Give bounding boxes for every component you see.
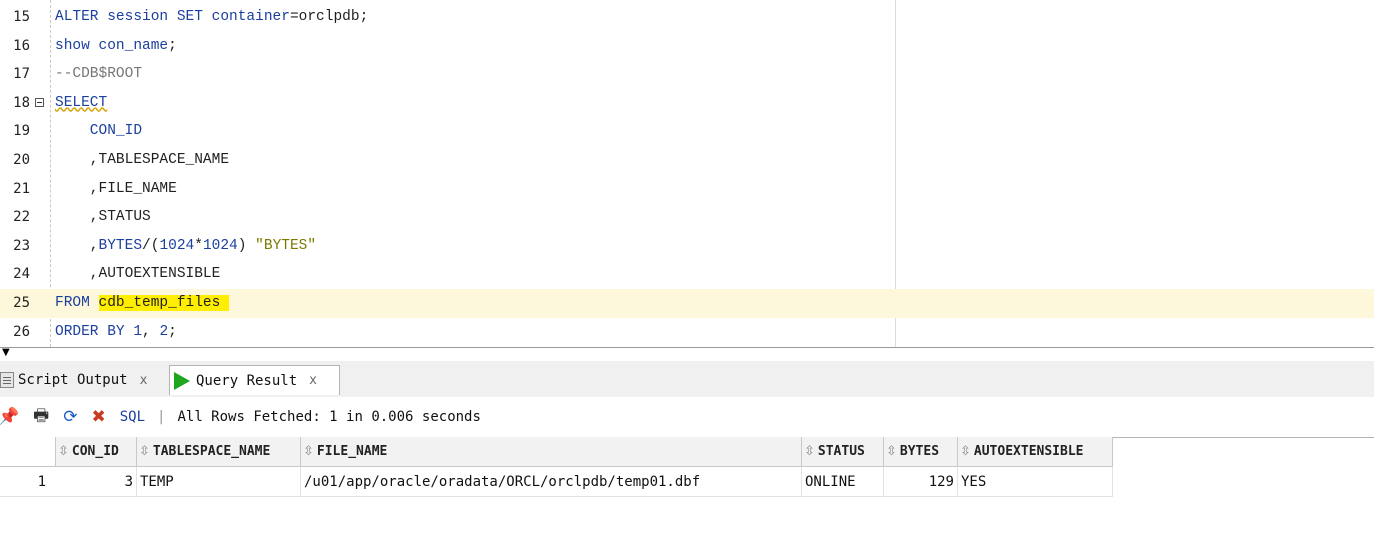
code-line[interactable]: 16 show con_name; xyxy=(0,32,1374,61)
code-line[interactable]: 20 ,TABLESPACE_NAME xyxy=(0,146,1374,175)
code-line-current[interactable]: 25 FROM cdb_temp_files xyxy=(0,289,1374,318)
sort-icon[interactable]: ⇳ xyxy=(139,444,150,459)
run-play-icon xyxy=(174,371,190,390)
sql-editor[interactable]: 15 ALTER session SET container=orclpdb; … xyxy=(0,0,1374,347)
code-text[interactable]: ALTER session SET container=orclpdb; xyxy=(55,9,368,25)
pin-icon[interactable]: 📌 xyxy=(0,407,19,427)
column-header-file-name[interactable]: ⇳ FILE_NAME xyxy=(301,437,802,467)
column-header-tablespace-name[interactable]: ⇳ TABLESPACE_NAME xyxy=(137,437,301,467)
code-text[interactable]: ,AUTOEXTENSIBLE xyxy=(55,266,221,282)
fold-collapse-icon[interactable] xyxy=(35,97,44,107)
line-number: 19 xyxy=(13,123,30,140)
code-line[interactable]: 18 SELECT xyxy=(0,89,1374,118)
sort-icon[interactable]: ⇳ xyxy=(804,444,815,459)
tab-script-output[interactable]: Script Output x xyxy=(0,365,168,395)
code-comment[interactable]: --CDB$ROOT xyxy=(55,66,142,82)
cell-autoextensible[interactable]: YES xyxy=(958,467,1113,497)
cell-con-id[interactable]: 3 xyxy=(56,467,137,497)
line-number: 22 xyxy=(13,209,30,226)
line-number: 17 xyxy=(13,66,30,83)
cell-tablespace-name[interactable]: TEMP xyxy=(137,467,301,497)
code-line[interactable]: 19 CON_ID xyxy=(0,117,1374,146)
code-line[interactable]: 26 ORDER BY 1, 2; xyxy=(0,318,1374,347)
line-number: 23 xyxy=(13,237,30,254)
code-text[interactable]: ,FILE_NAME xyxy=(55,181,177,197)
row-number[interactable]: 1 xyxy=(0,467,56,497)
row-number-header xyxy=(0,437,56,467)
column-header-autoextensible[interactable]: ⇳ AUTOEXTENSIBLE xyxy=(958,437,1113,467)
toolbar-separator: | xyxy=(157,409,166,425)
column-header-bytes[interactable]: ⇳ BYTES xyxy=(884,437,958,467)
sort-icon[interactable]: ⇳ xyxy=(58,444,69,459)
line-number: 20 xyxy=(13,152,30,168)
refresh-icon[interactable]: ⟳ xyxy=(63,407,77,427)
tab-label: Script Output xyxy=(18,372,128,388)
code-text[interactable]: ,TABLESPACE_NAME xyxy=(55,152,229,168)
sql-button[interactable]: SQL xyxy=(120,409,145,425)
code-text[interactable]: show con_name; xyxy=(55,38,177,54)
code-text[interactable]: ORDER BY 1, 2; xyxy=(55,324,177,340)
cell-file-name[interactable]: /u01/app/oracle/oradata/ORCL/orclpdb/tem… xyxy=(301,467,802,497)
code-line[interactable]: 17 --CDB$ROOT xyxy=(0,60,1374,89)
code-text[interactable]: CON_ID xyxy=(55,123,142,139)
sort-icon[interactable]: ⇳ xyxy=(960,444,971,459)
line-number: 16 xyxy=(13,37,30,54)
result-toolbar: 📌 🖶 ⟳ ✖ SQL | All Rows Fetched: 1 in 0.0… xyxy=(0,397,1374,438)
code-line[interactable]: 24 ,AUTOEXTENSIBLE xyxy=(0,260,1374,289)
line-number: 24 xyxy=(13,266,30,283)
column-header-status[interactable]: ⇳ STATUS xyxy=(802,437,884,467)
fetch-status: All Rows Fetched: 1 in 0.006 seconds xyxy=(177,409,481,425)
sort-icon[interactable]: ⇳ xyxy=(886,444,897,459)
code-line[interactable]: 22 ,STATUS xyxy=(0,203,1374,232)
line-number: 26 xyxy=(13,323,30,340)
script-output-icon xyxy=(0,372,14,388)
close-icon[interactable]: x xyxy=(309,373,317,388)
splitter-arrow-icon[interactable]: ▼ xyxy=(2,347,10,358)
code-line[interactable]: 15 ALTER session SET container=orclpdb; xyxy=(0,3,1374,32)
sort-icon[interactable]: ⇳ xyxy=(303,444,314,459)
column-header-con-id[interactable]: ⇳ CON_ID xyxy=(56,437,137,467)
code-text[interactable]: ,BYTES/(1024*1024) "BYTES" xyxy=(55,238,316,254)
code-text[interactable]: SELECT xyxy=(55,95,107,111)
print-icon[interactable]: 🖶 xyxy=(33,403,49,432)
line-number: 25 xyxy=(13,295,30,311)
code-line[interactable]: 21 ,FILE_NAME xyxy=(0,175,1374,204)
code-line[interactable]: 23 ,BYTES/(1024*1024) "BYTES" xyxy=(0,232,1374,261)
tab-query-result[interactable]: Query Result x xyxy=(169,365,340,395)
cell-bytes[interactable]: 129 xyxy=(884,467,958,497)
close-icon[interactable]: x xyxy=(140,373,148,388)
cell-status[interactable]: ONLINE xyxy=(802,467,884,497)
line-number: 21 xyxy=(13,180,30,197)
panel-splitter[interactable]: ▼ xyxy=(0,347,1374,362)
code-text[interactable]: ,STATUS xyxy=(55,209,151,225)
output-tab-bar: Script Output x Query Result x xyxy=(0,361,1374,398)
cancel-query-icon[interactable]: ✖ xyxy=(91,407,105,427)
line-number: 15 xyxy=(13,9,30,25)
line-number: 18 xyxy=(13,94,30,111)
tab-label: Query Result xyxy=(196,372,298,389)
code-text[interactable]: FROM cdb_temp_files xyxy=(55,295,230,311)
